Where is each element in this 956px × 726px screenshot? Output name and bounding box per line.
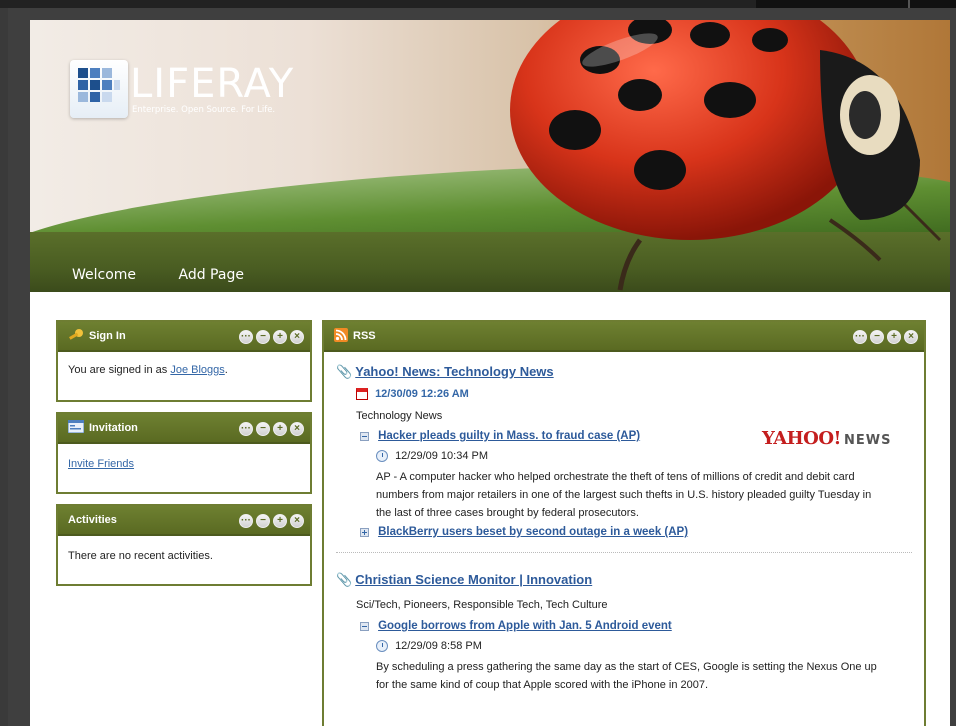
portlet-body: Invite Friends	[58, 444, 310, 482]
paperclip-icon: 📎	[336, 572, 353, 587]
list-item: Google borrows from Apple with Jan. 5 An…	[360, 620, 672, 632]
feed-title-link[interactable]: Christian Science Monitor | Innovation	[355, 572, 592, 587]
close-icon[interactable]: ×	[290, 514, 304, 528]
maximize-icon[interactable]: +	[273, 330, 287, 344]
feed-divider	[336, 552, 912, 553]
logo-wordmark: LIFERAY	[130, 61, 295, 107]
feed-category: Technology News	[356, 410, 443, 422]
invitation-icon	[67, 419, 85, 436]
portlet-title-bar: Activities ··· − + ×	[58, 506, 310, 536]
feed-header: 📎 Christian Science Monitor | Innovation	[336, 572, 592, 588]
portlet-title: Invitation	[89, 422, 138, 434]
list-item: BlackBerry users beset by second outage …	[360, 526, 688, 538]
page: LIFERAY Enterprise. Open Source. For Lif…	[8, 8, 956, 726]
minimize-icon[interactable]: −	[870, 330, 884, 344]
calendar-icon	[356, 388, 368, 401]
portlet-body: You are signed in as Joe Bloggs.	[68, 364, 228, 376]
invite-friends-link[interactable]: Invite Friends	[68, 458, 134, 470]
feed-header: 📎 Yahoo! News: Technology News	[336, 364, 554, 380]
collapse-icon[interactable]	[360, 621, 369, 631]
item-title-link[interactable]: Hacker pleads guilty in Mass. to fraud c…	[378, 430, 640, 442]
feed-title-link[interactable]: Yahoo! News: Technology News	[355, 364, 553, 379]
content-area: Sign In ··· − + × You are signed in as J…	[30, 292, 950, 726]
nav-item-welcome[interactable]: Welcome	[72, 267, 136, 283]
configuration-icon[interactable]: ···	[239, 422, 253, 436]
key-icon	[68, 328, 84, 345]
item-description: By scheduling a press gathering the same…	[376, 661, 877, 691]
paperclip-icon: 📎	[336, 364, 353, 379]
portlet-rss: RSS ··· − + × 📎 Yahoo! News: Technology …	[322, 320, 926, 726]
clock-icon	[376, 450, 388, 463]
banner: LIFERAY Enterprise. Open Source. For Lif…	[30, 20, 950, 292]
minimize-icon[interactable]: −	[256, 330, 270, 344]
portlet-sign-in: Sign In ··· − + × You are signed in as J…	[56, 320, 312, 402]
yahoo-news-logo: YAHOO! NEWS	[762, 428, 892, 449]
portlet-title: Sign In	[89, 330, 126, 342]
feed-category: Sci/Tech, Pioneers, Responsible Tech, Te…	[356, 599, 608, 611]
portlet-body: There are no recent activities.	[58, 536, 310, 574]
configuration-icon[interactable]: ···	[239, 330, 253, 344]
maximize-icon[interactable]: +	[273, 422, 287, 436]
list-item: Hacker pleads guilty in Mass. to fraud c…	[360, 430, 640, 442]
portlet-invitation: Invitation ··· − + × Invite Friends	[56, 412, 312, 494]
minimize-icon[interactable]: −	[256, 422, 270, 436]
maximize-icon[interactable]: +	[887, 330, 901, 344]
item-date: 12/29/09 10:34 PM	[376, 450, 488, 463]
main-nav: Welcome Add Page	[72, 267, 282, 287]
signed-in-text: You are signed in as	[68, 364, 171, 376]
item-title-link[interactable]: Google borrows from Apple with Jan. 5 An…	[378, 620, 672, 632]
close-icon[interactable]: ×	[290, 422, 304, 436]
ladybug-image	[510, 20, 942, 291]
minimize-icon[interactable]: −	[256, 514, 270, 528]
item-description: AP - A computer hacker who helped orches…	[376, 471, 872, 519]
logo-tagline: Enterprise. Open Source. For Life.	[132, 105, 276, 115]
configuration-icon[interactable]: ···	[239, 514, 253, 528]
portlet-title-bar: Invitation ··· − + ×	[58, 414, 310, 444]
portlet-title-bar: RSS ··· − + ×	[324, 322, 924, 352]
nav-item-add-page[interactable]: Add Page	[179, 267, 244, 283]
portlet-activities: Activities ··· − + × There are no recent…	[56, 504, 312, 586]
expand-icon[interactable]	[360, 527, 369, 537]
configuration-icon[interactable]: ···	[853, 330, 867, 344]
portlet-title-bar: Sign In ··· − + ×	[58, 322, 310, 352]
close-icon[interactable]: ×	[904, 330, 918, 344]
collapse-icon[interactable]	[360, 431, 369, 441]
item-title-link[interactable]: BlackBerry users beset by second outage …	[378, 526, 688, 538]
logo-mark-icon	[70, 60, 128, 118]
portlet-title: Activities	[68, 514, 117, 526]
no-activities-text: There are no recent activities.	[68, 550, 213, 562]
item-date: 12/29/09 8:58 PM	[376, 640, 482, 653]
rss-icon	[334, 327, 348, 345]
feed-date: 12/30/09 12:26 AM	[356, 388, 469, 401]
maximize-icon[interactable]: +	[273, 514, 287, 528]
user-link[interactable]: Joe Bloggs	[170, 364, 224, 376]
clock-icon	[376, 640, 388, 653]
logo[interactable]: LIFERAY Enterprise. Open Source. For Lif…	[70, 60, 330, 130]
portlet-title: RSS	[353, 330, 376, 342]
close-icon[interactable]: ×	[290, 330, 304, 344]
